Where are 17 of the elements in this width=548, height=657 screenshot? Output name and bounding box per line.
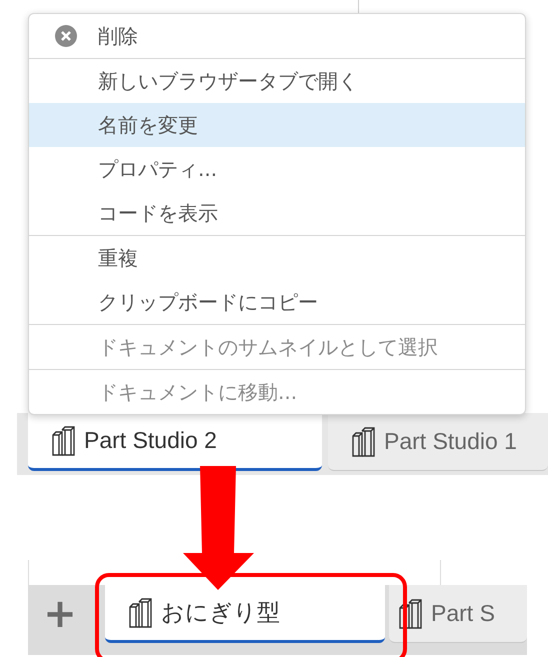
part-studio-icon bbox=[352, 426, 376, 456]
add-tab-button[interactable]: + bbox=[28, 585, 92, 643]
menu-item[interactable]: プロパティ... bbox=[29, 147, 525, 191]
menu-item[interactable]: コードを表示 bbox=[29, 191, 525, 235]
menu-item[interactable]: 重複 bbox=[29, 236, 525, 280]
part-studio-icon bbox=[129, 598, 153, 628]
tab[interactable]: Part Studio 1 bbox=[328, 413, 548, 471]
menu-item[interactable]: 削除 bbox=[29, 14, 525, 58]
close-icon bbox=[55, 25, 77, 47]
tab[interactable]: おにぎり型 bbox=[105, 585, 385, 643]
part-studio-icon bbox=[52, 426, 76, 456]
tab[interactable]: Part Studio 2 bbox=[28, 413, 322, 471]
part-studio-icon bbox=[399, 598, 423, 628]
menu-item[interactable]: 名前を変更 bbox=[29, 103, 525, 147]
menu-item[interactable]: クリップボードにコピー bbox=[29, 280, 525, 324]
menu-item[interactable]: 新しいブラウザータブで開く bbox=[29, 59, 525, 103]
tab[interactable]: Part S bbox=[389, 585, 527, 643]
